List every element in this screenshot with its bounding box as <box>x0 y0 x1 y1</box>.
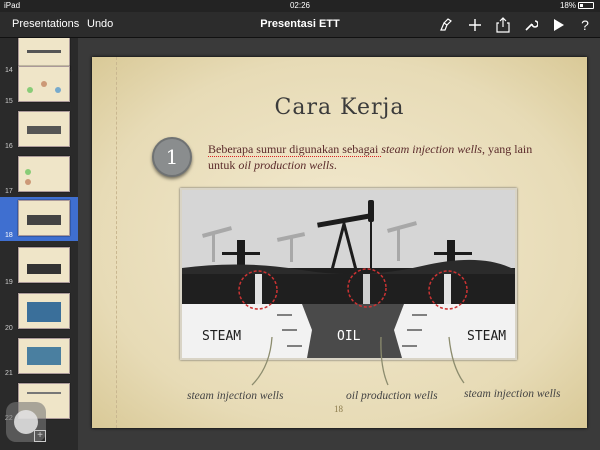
status-bar: iPad 02:26 18% <box>0 0 600 12</box>
clock: 02:26 <box>289 1 311 10</box>
toolbar: Presentations Undo Presentasi ETT ? <box>0 12 600 38</box>
caption-steam-injection-left[interactable]: steam injection wells <box>187 390 283 402</box>
thumbnail-preview <box>18 293 70 329</box>
slide-navigator: 14 15 16 17 18 19 20 21 22 <box>0 38 78 450</box>
slide-number: 19 <box>5 279 13 286</box>
wrench-icon[interactable] <box>522 16 540 34</box>
slide-thumbnail-21[interactable]: 21 <box>0 335 78 379</box>
add-slide-icon[interactable]: + <box>34 430 46 442</box>
battery-status: 18% <box>560 0 594 12</box>
thumbnail-preview <box>18 66 70 102</box>
play-icon[interactable] <box>550 16 568 34</box>
slide-thumbnail-16[interactable]: 16 <box>0 108 78 152</box>
slide-thumbnail-15[interactable]: 15 <box>0 63 78 107</box>
current-slide[interactable]: Cara Kerja 1 Beberapa sumur digunakan se… <box>92 57 587 428</box>
caption-connectors <box>251 336 465 386</box>
slide-number: 20 <box>5 325 13 332</box>
brush-icon[interactable] <box>436 16 454 34</box>
plus-icon[interactable] <box>466 16 484 34</box>
help-icon[interactable]: ? <box>576 16 594 34</box>
slide-thumbnail-20[interactable]: 20 <box>0 290 78 334</box>
thumbnail-preview <box>18 200 70 236</box>
thumbnail-preview <box>18 247 70 283</box>
thumbnail-preview <box>18 111 70 147</box>
slide-number: 18 <box>5 232 13 239</box>
caption-steam-injection-right[interactable]: steam injection wells <box>464 388 560 400</box>
presentations-button[interactable]: Presentations <box>12 18 79 30</box>
slide-number: 16 <box>5 143 13 150</box>
share-icon[interactable] <box>494 16 512 34</box>
slide-thumbnail-19[interactable]: 19 <box>0 244 78 288</box>
slide-number: 17 <box>5 188 13 195</box>
caption-oil-production[interactable]: oil production wells <box>346 390 438 402</box>
page-number: 18 <box>334 404 343 414</box>
thumbnail-preview <box>18 156 70 192</box>
slide-thumbnail-17[interactable]: 17 <box>0 153 78 197</box>
battery-percent: 18% <box>559 1 576 10</box>
slide-number: 21 <box>5 370 13 377</box>
slide-number: 15 <box>5 98 13 105</box>
undo-button[interactable]: Undo <box>87 18 113 30</box>
slide-thumbnail-18[interactable]: 18 <box>0 197 78 241</box>
battery-icon <box>578 2 594 10</box>
thumbnail-preview <box>18 338 70 374</box>
